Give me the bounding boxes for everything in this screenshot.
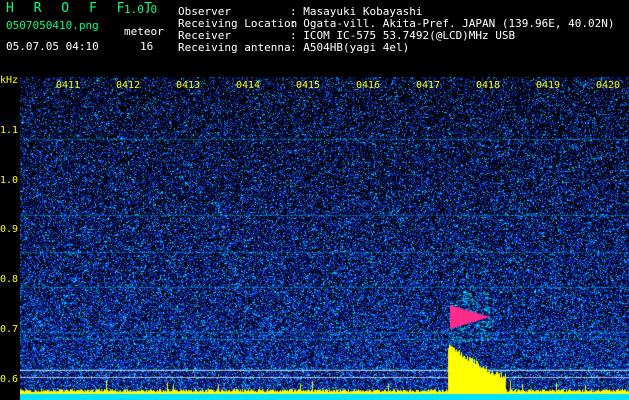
x-tick-0413: 0413 [176,80,201,91]
x-tick-0420: 0420 [596,80,621,91]
x-tick-0418: 0418 [476,80,501,91]
meteor-label: meteor [124,25,164,38]
y-tick-1-1: 1.1 [0,125,19,136]
x-tick-0414: 0414 [236,80,261,91]
spectrogram-canvas [20,77,629,400]
x-tick-0411: 0411 [56,80,81,91]
app-version: 1.0.0 [124,3,158,16]
x-tick-0417: 0417 [416,80,441,91]
x-tick-0416: 0416 [356,80,381,91]
y-tick-0-9: 0.9 [0,224,19,235]
y-tick-0-6: 0.6 [0,374,19,385]
meteor-count: 16 [140,40,154,53]
x-tick-0412: 0412 [116,80,141,91]
y-tick-1-0: 1.0 [0,175,19,186]
y-tick-0-8: 0.8 [0,274,19,285]
info-antenna-value: : A504HB(yagi 4el) [290,41,410,54]
info-antenna-label: Receiving antenna [178,41,291,54]
x-tick-0415: 0415 [296,80,321,91]
x-tick-0419: 0419 [536,80,561,91]
y-axis-unit: kHz [0,75,19,86]
file-datetime: 05.07.05 04:10 [6,40,99,53]
file-name: 0507050410.png [6,19,99,32]
y-tick-0-7: 0.7 [0,324,19,335]
